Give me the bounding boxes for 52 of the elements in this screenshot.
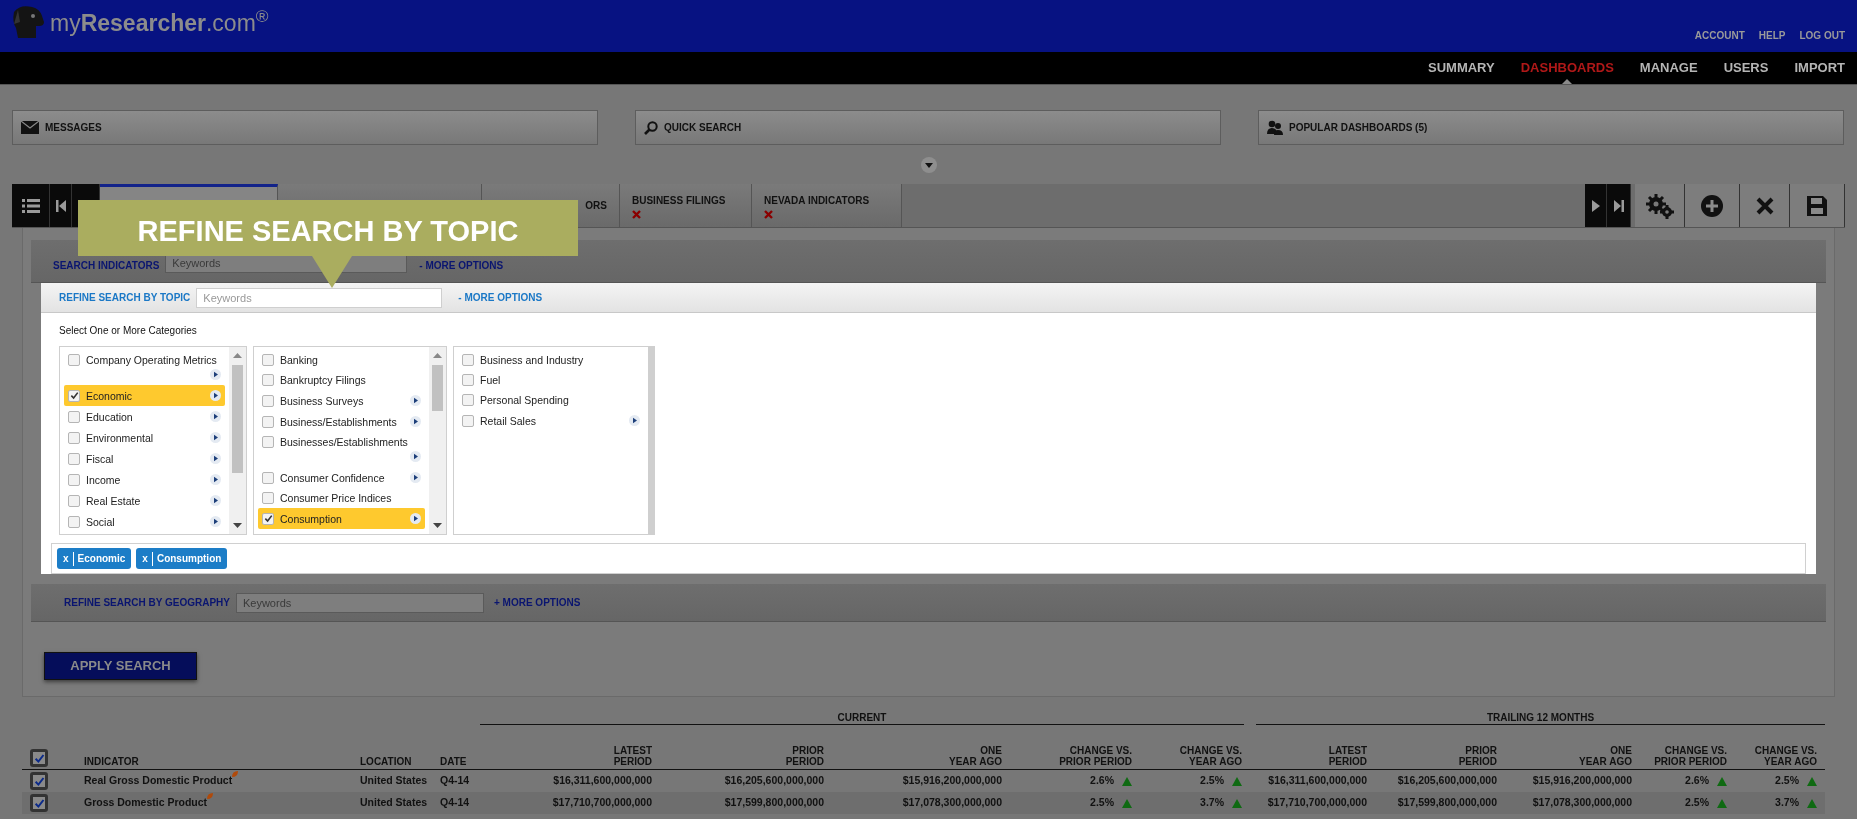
table-cell: $16,205,600,000,000 [724,773,824,789]
table-cell: $17,078,300,000,000 [1532,795,1632,811]
table-cell: 3.7% [1200,795,1224,811]
column-header: LATEST PERIOD [1327,745,1368,767]
column-header: ONE YEAR AGO [1578,745,1633,767]
table-cell: $16,311,600,000,000 [1268,773,1367,789]
column-group-header: TRAILING 12 MONTHS [1256,712,1825,725]
section-label: REFINE SEARCH BY GEOGRAPHY [64,596,230,610]
table-cell: Real Gross Domestic Product [84,773,233,789]
table-cell: $17,710,700,000,000 [1267,795,1367,811]
table-cell: $17,078,300,000,000 [902,795,1002,811]
callout-text: REFINE SEARCH BY TOPIC [136,214,520,249]
section-label: REFINE SEARCH BY TOPIC [59,291,191,305]
tag-label: Consumption [156,552,222,566]
table-cell: 2.5% [1685,795,1709,811]
table-cell: $17,599,800,000,000 [1397,795,1497,811]
column-header: DATE [440,756,468,767]
tab-label: ORS [585,199,607,213]
column-header: CHANGE VS. YEAR AGO [1178,745,1243,767]
table-cell: 2.6% [1090,773,1114,789]
table-cell: $15,916,200,000,000 [1532,773,1632,789]
column-header: LATEST PERIOD [612,745,653,767]
table-cell-text: United States [360,795,429,811]
tab-label: BUSINESS FILINGS [632,193,726,208]
table-cell: $16,205,600,000,000 [1397,773,1497,789]
tag-label: Economic [77,552,126,566]
table-cell-text: Q4-14 [440,795,471,811]
table-cell: $17,599,800,000,000 [724,795,824,811]
column-header: LOCATION [360,756,413,767]
column-group-header: CURRENT [480,712,1244,725]
table-cell: $16,311,600,000,000 [553,773,652,789]
table-cell: 2.5% [1200,773,1224,789]
table-cell: Gross Domestic Product [84,795,208,811]
column-header: CHANGE VS. YEAR AGO [1753,745,1818,767]
tab-label: NEVADA INDICATORS [764,193,870,208]
instructions-text: Select One or More Categories [58,324,198,338]
table-cell: $17,710,700,000,000 [552,795,652,811]
column-header: ONE YEAR AGO [948,745,1003,767]
section-label: SEARCH INDICATORS [53,259,160,273]
table-cell: 2.6% [1685,773,1709,789]
column-header: CHANGE VS. PRIOR PERIOD [1058,745,1133,767]
column-header: INDICATOR [83,756,140,767]
column-header: CHANGE VS. PRIOR PERIOD [1653,745,1728,767]
table-cell: $15,916,200,000,000 [902,773,1002,789]
table-cell: 3.7% [1775,795,1799,811]
table-cell-text: United States [360,773,429,789]
table-cell-text: Q4-14 [440,773,471,789]
table-cell: 2.5% [1775,773,1799,789]
logo-text: myResearcher.com$^{®}$ [50,11,269,35]
column-header: PRIOR PERIOD [784,745,825,767]
column-header: PRIOR PERIOD [1457,745,1498,767]
table-cell: 2.5% [1090,795,1114,811]
